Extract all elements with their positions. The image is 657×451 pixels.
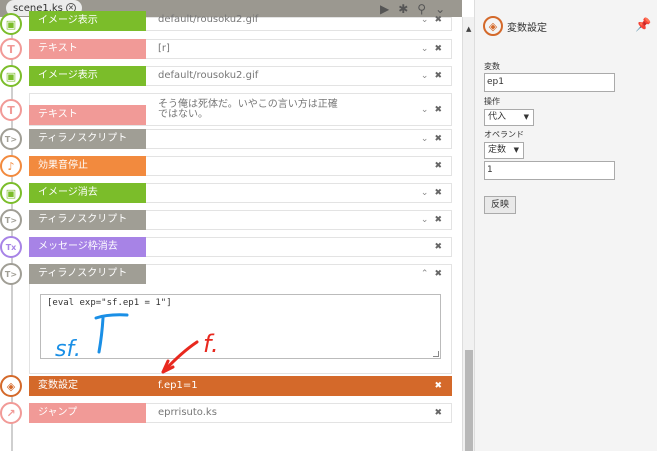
row-controls: ⌄ ✖ [421,15,442,25]
component-row[interactable]: T> ティラノスクリプト ⌄ ✖ [0,209,452,231]
component-row[interactable]: T テキスト [r] ⌄ ✖ [0,38,452,60]
resize-handle-icon[interactable] [433,351,439,357]
row-controls: ⌄ ✖ [421,71,442,81]
expand-icon[interactable]: ⌄ [421,15,429,25]
pin-icon[interactable]: 📌 [635,18,651,33]
delete-icon[interactable]: ✖ [434,188,442,198]
expand-icon[interactable]: ⌄ [421,188,429,198]
text-icon: T [0,99,22,121]
row-controls: ✖ [434,408,442,418]
row-value: f.ep1=1 [158,380,198,391]
row-controls: ✖ [434,381,442,391]
scrollbar[interactable]: ▲ [462,17,474,451]
operation-label: 操作 [484,97,500,106]
apply-button[interactable]: 反映 [484,196,516,214]
row-controls: ✖ [434,242,442,252]
component-row[interactable]: T> ティラノスクリプト ⌄ ✖ [0,128,452,150]
script-textarea[interactable]: [eval exp="sf.ep1 = 1"] [40,294,441,359]
expand-icon[interactable]: ⌄ [421,105,429,115]
component-row[interactable]: ▣ イメージ消去 ⌄ ✖ [0,182,452,204]
delete-icon[interactable]: ✖ [434,105,442,115]
operand-type-select[interactable]: 定数 ▼ [484,142,524,159]
row-tag-label: メッセージ枠消去 [29,237,146,257]
expand-icon[interactable]: ⌄ [421,44,429,54]
variable-icon: ◈ [0,375,22,397]
row-controls: ⌄ ✖ [421,105,442,115]
row-tag-label: ティラノスクリプト [29,210,146,230]
row-tag-label: イメージ消去 [29,183,146,203]
row-tag-label: ティラノスクリプト [29,264,146,284]
properties-panel: ◈ 変数設定 📌 変数 ep1 操作 代入 ▼ オペランド 定数 ▼ 1 反映 [474,0,657,451]
row-tag-label: 変数設定 [29,376,146,396]
variable-input[interactable]: ep1 [484,73,615,92]
caret-down-icon: ▼ [513,146,519,154]
collapse-icon[interactable]: ⌃ [421,269,429,279]
panel-header: ◈ 変数設定 [483,16,547,36]
row-tag-label: テキスト [29,39,146,59]
tyrano-script-icon: T> [0,128,22,150]
row-value: default/rousoku2.gif [158,70,259,81]
image-icon: ▣ [0,65,22,87]
row-tag-label: ティラノスクリプト [29,129,146,149]
row-tag-label: ジャンプ [29,403,146,423]
operand-type-value: 定数 [488,145,507,155]
expand-icon[interactable]: ⌄ [421,215,429,225]
delete-icon[interactable]: ✖ [434,269,442,279]
component-row[interactable]: ♪ 効果音停止 ✖ [0,155,452,177]
delete-icon[interactable]: ✖ [434,71,442,81]
component-row[interactable]: ◈ 変数設定 f.ep1=1 ✖ [0,375,452,397]
message-clear-icon: Tx [0,236,22,258]
operand-label: オペランド [484,130,524,139]
operation-select[interactable]: 代入 ▼ [484,109,534,126]
row-tag-label: イメージ表示 [29,11,146,31]
row-tag-label: イメージ表示 [29,66,146,86]
delete-icon[interactable]: ✖ [434,134,442,144]
row-tag-label: テキスト [29,105,146,125]
row-controls: ⌄ ✖ [421,44,442,54]
sound-stop-icon: ♪ [0,155,22,177]
tyrano-script-icon: T> [0,263,22,285]
caret-down-icon: ▼ [523,113,529,121]
delete-icon[interactable]: ✖ [434,408,442,418]
delete-icon[interactable]: ✖ [434,242,442,252]
row-controls: ⌃ ✖ [421,269,442,279]
operand-input[interactable]: 1 [484,161,615,180]
row-controls: ⌄ ✖ [421,134,442,144]
jump-icon: ↗ [0,402,22,424]
panel-title: 変数設定 [507,22,547,34]
row-value: eprrisuto.ks [158,407,217,418]
variable-icon: ◈ [483,16,503,36]
tyrano-script-icon: T> [0,209,22,231]
delete-icon[interactable]: ✖ [434,44,442,54]
component-row[interactable]: Tx メッセージ枠消去 ✖ [0,236,452,258]
component-row[interactable]: ▣ イメージ表示 default/rousoku2.gif ⌄ ✖ [0,11,452,37]
row-controls: ⌄ ✖ [421,188,442,198]
script-code: [eval exp="sf.ep1 = 1"] [47,298,172,308]
delete-icon[interactable]: ✖ [434,215,442,225]
component-row[interactable]: ↗ ジャンプ eprrisuto.ks ✖ [0,402,452,424]
row-value: [r] [158,43,170,54]
image-icon: ▣ [0,13,22,35]
row-controls: ✖ [434,161,442,171]
text-icon: T [0,38,22,60]
expand-icon[interactable]: ⌄ [421,71,429,81]
delete-icon[interactable]: ✖ [434,161,442,171]
row-controls: ⌄ ✖ [421,215,442,225]
row-tag-label: 効果音停止 [29,156,146,176]
scroll-up-icon[interactable]: ▲ [466,25,471,33]
operation-value: 代入 [488,112,507,122]
image-remove-icon: ▣ [0,182,22,204]
delete-icon[interactable]: ✖ [434,381,442,391]
component-row[interactable]: ▣ イメージ表示 default/rousoku2.gif ⌄ ✖ [0,65,452,87]
debug-icon[interactable]: ✱ [398,1,408,17]
variable-label: 変数 [484,62,500,71]
row-value: default/rousoku2.gif [158,14,259,25]
delete-icon[interactable]: ✖ [434,15,442,25]
scrollbar-thumb[interactable] [465,350,473,451]
row-value: ではない。 [158,109,208,120]
component-row[interactable]: T テキスト そう俺は死体だ。いやこの言い方は正確 ではない。 ⌄ ✖ [0,93,452,126]
play-icon[interactable]: ▶ [380,1,389,17]
expand-icon[interactable]: ⌄ [421,134,429,144]
